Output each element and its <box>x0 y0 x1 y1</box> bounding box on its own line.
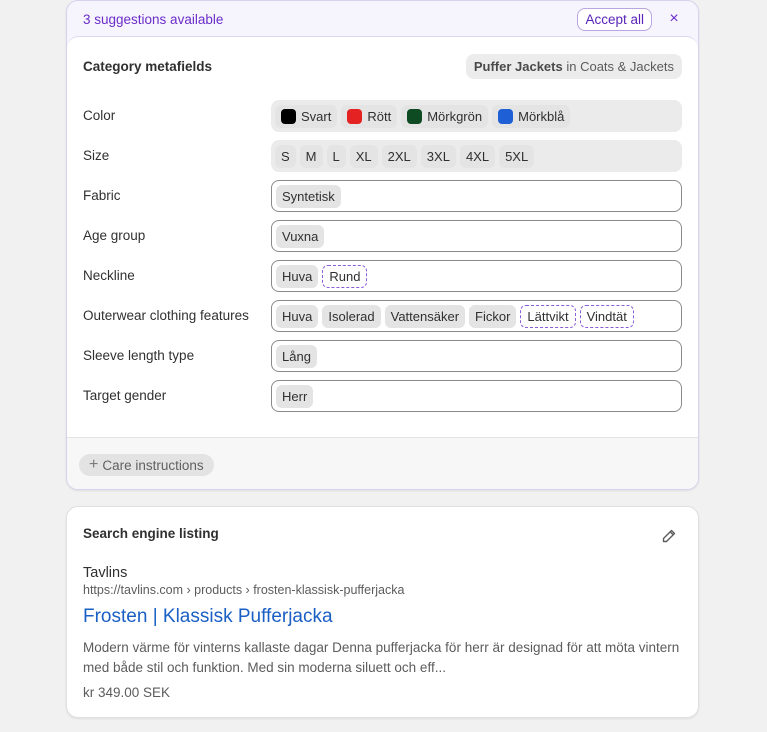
metafields-title: Category metafields <box>83 58 213 74</box>
seo-page-title[interactable]: Frosten | Klassisk Pufferjacka <box>83 606 333 628</box>
chip-label: Isolerad <box>328 308 375 324</box>
category-name: Puffer Jackets <box>473 58 563 74</box>
accept-all-button[interactable]: Accept all <box>577 7 652 31</box>
chip-label: Vuxna <box>282 228 319 244</box>
value-chip[interactable]: M <box>299 144 323 168</box>
metafield-value-field[interactable]: Herr <box>271 380 682 412</box>
metafield-row: Outerwear clothing features Huva Isolerad V… <box>67 300 698 332</box>
value-chip[interactable]: Vuxna <box>276 224 325 248</box>
chip-label: 3XL <box>426 148 450 164</box>
metafield-value-field[interactable]: Vuxna <box>271 220 682 252</box>
metafields-panel: Category metafields Puffer Jackets in Co… <box>67 36 698 489</box>
value-chip[interactable]: 2XL <box>381 144 417 168</box>
chip-label: Lättvikt <box>527 308 569 324</box>
value-chip[interactable]: 5XL <box>499 144 535 168</box>
metafields-footer: + Care instructions <box>67 437 698 489</box>
category-path: in Coats & Jackets <box>566 58 674 74</box>
value-chip[interactable]: Syntetisk <box>276 184 341 208</box>
metafield-label: Color <box>83 108 116 123</box>
category-badge[interactable]: Puffer Jackets in Coats & Jackets <box>465 53 682 79</box>
chip-label: Mörkblå <box>518 108 565 124</box>
chip-label: 2XL <box>387 148 411 164</box>
chip-label: Huva <box>282 308 313 324</box>
chip-label: Rund <box>329 268 361 284</box>
value-chip[interactable]: Rött <box>341 104 398 128</box>
chip-label: M <box>305 148 317 164</box>
metafield-label: Fabric <box>83 188 121 203</box>
search-engine-listing-card: Search engine listing Tavlins https://ta… <box>66 506 699 718</box>
metafield-value-field[interactable]: Syntetisk <box>271 180 682 212</box>
metafield-value-field[interactable]: Huva Rund <box>271 260 682 292</box>
metafield-label: Age group <box>83 228 146 243</box>
seo-site-name: Tavlins <box>83 565 128 581</box>
suggested-value-chip[interactable]: Vindtät <box>579 304 634 328</box>
metafield-row: Target gender Herr <box>67 380 698 412</box>
suggestions-count: 3 suggestions available <box>83 11 224 27</box>
metafield-row: Color Svart Rött Mörkgrön Mörkblå <box>67 100 698 132</box>
suggestions-banner: 3 suggestions available Accept all × <box>67 1 698 37</box>
value-chip[interactable]: Mörkgrön <box>401 104 489 128</box>
metafield-row: Fabric Syntetisk <box>67 180 698 212</box>
value-chip[interactable]: Lång <box>276 344 317 368</box>
seo-price: kr 349.00 SEK <box>83 685 171 700</box>
value-chip[interactable]: Svart <box>275 104 338 128</box>
chip-label: Syntetisk <box>282 188 335 204</box>
metafield-value-field[interactable]: S M L XL 2XL 3XL 4XL 5XL <box>271 140 682 172</box>
seo-url: https://tavlins.com › products › frosten… <box>83 583 405 597</box>
metafield-value-field[interactable]: Svart Rött Mörkgrön Mörkblå <box>271 100 682 132</box>
metafield-label: Outerwear clothing features <box>83 308 249 323</box>
metafield-label: Sleeve length type <box>83 348 195 363</box>
metafields-header: Category metafields Puffer Jackets in Co… <box>67 37 698 95</box>
chip-label: S <box>281 148 290 164</box>
chip-label: Svart <box>301 108 332 124</box>
metafield-row: Neckline Huva Rund <box>67 260 698 292</box>
metafield-row: Age group Vuxna <box>67 220 698 252</box>
value-chip[interactable]: Vattensäker <box>384 304 466 328</box>
value-chip[interactable]: 4XL <box>459 144 496 168</box>
metafield-value-field[interactable]: Huva Isolerad Vattensäker Fickor Lättvikt Vin… <box>271 300 682 332</box>
chip-label: Fickor <box>475 308 511 324</box>
chip-label: Huva <box>282 268 313 284</box>
suggested-value-chip[interactable]: Rund <box>322 264 368 288</box>
chip-label: L <box>332 148 340 164</box>
care-instructions-label: Care instructions <box>102 457 204 473</box>
plus-icon: + <box>89 456 99 473</box>
close-icon[interactable]: × <box>666 10 682 28</box>
metafield-label: Neckline <box>83 268 135 283</box>
chip-label: 5XL <box>505 148 529 164</box>
suggested-value-chip[interactable]: Lättvikt <box>520 304 576 328</box>
metafield-row: Size S M L XL 2XL 3XL 4XL 5XL <box>67 140 698 172</box>
metafield-label: Size <box>83 148 110 163</box>
metafield-row: Sleeve length type Lång <box>67 340 698 372</box>
color-swatch <box>407 108 423 124</box>
chip-label: Herr <box>282 388 308 404</box>
chip-label: Mörkgrön <box>427 108 483 124</box>
value-chip[interactable]: Huva <box>276 264 319 288</box>
value-chip[interactable]: Isolerad <box>322 304 381 328</box>
value-chip[interactable]: S <box>275 144 296 168</box>
metafield-value-field[interactable]: Lång <box>271 340 682 372</box>
color-swatch <box>498 108 514 124</box>
color-swatch <box>281 108 296 124</box>
value-chip[interactable]: 3XL <box>420 144 456 168</box>
value-chip[interactable]: Huva <box>276 304 319 328</box>
pencil-icon[interactable] <box>661 528 677 544</box>
value-chip[interactable]: Fickor <box>469 304 517 328</box>
chip-label: Vattensäker <box>390 308 460 324</box>
value-chip[interactable]: XL <box>349 144 378 168</box>
category-metafields-card: 3 suggestions available Accept all × Cat… <box>66 0 699 490</box>
color-swatch <box>347 108 363 124</box>
value-chip[interactable]: Mörkblå <box>492 104 571 128</box>
chip-label: Lång <box>282 348 311 364</box>
seo-description: Modern värme för vinterns kallaste dagar… <box>83 640 680 675</box>
metafield-label: Target gender <box>83 388 167 403</box>
value-chip[interactable]: L <box>326 144 346 168</box>
seo-title: Search engine listing <box>83 526 219 541</box>
care-instructions-button[interactable]: + Care instructions <box>79 454 214 476</box>
chip-label: XL <box>355 148 372 164</box>
chip-label: 4XL <box>465 148 490 164</box>
value-chip[interactable]: Herr <box>276 384 314 408</box>
chip-label: Vindtät <box>586 308 627 324</box>
chip-label: Rött <box>367 108 392 124</box>
